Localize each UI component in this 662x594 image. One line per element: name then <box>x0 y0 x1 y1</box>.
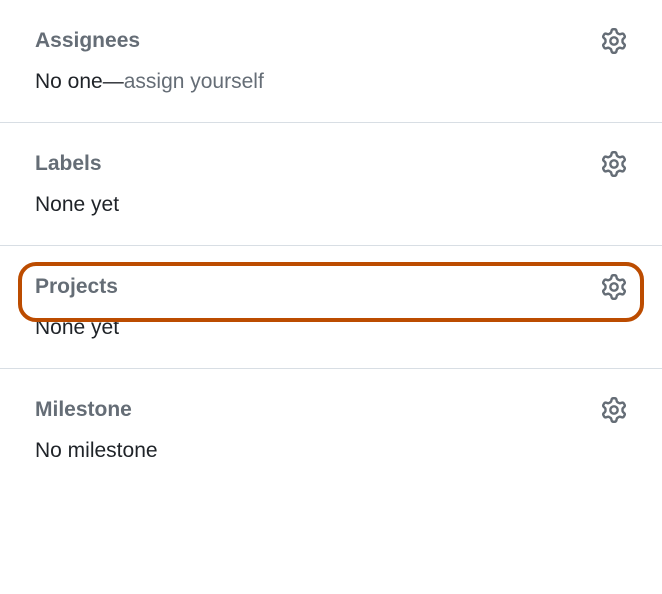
assignees-title: Assignees <box>35 29 140 53</box>
milestone-content: No milestone <box>35 439 627 463</box>
projects-title: Projects <box>35 275 118 299</box>
gear-icon[interactable] <box>601 28 627 54</box>
issue-sidebar: Assignees No one—assign yourself Labels … <box>0 0 662 491</box>
projects-section: Projects None yet <box>0 246 662 369</box>
projects-header: Projects <box>35 274 627 300</box>
labels-header: Labels <box>35 151 627 177</box>
gear-icon[interactable] <box>601 151 627 177</box>
gear-icon[interactable] <box>601 274 627 300</box>
projects-content: None yet <box>35 316 627 340</box>
assignees-header: Assignees <box>35 28 627 54</box>
labels-title: Labels <box>35 152 102 176</box>
labels-content: None yet <box>35 193 627 217</box>
milestone-section: Milestone No milestone <box>0 369 662 491</box>
assign-yourself-link[interactable]: assign yourself <box>124 70 264 93</box>
assignees-section: Assignees No one—assign yourself <box>0 0 662 123</box>
assignees-content: No one—assign yourself <box>35 70 627 94</box>
milestone-title: Milestone <box>35 398 132 422</box>
dash-separator: — <box>103 70 124 93</box>
no-one-text: No one <box>35 70 103 93</box>
labels-section: Labels None yet <box>0 123 662 246</box>
gear-icon[interactable] <box>601 397 627 423</box>
milestone-header: Milestone <box>35 397 627 423</box>
